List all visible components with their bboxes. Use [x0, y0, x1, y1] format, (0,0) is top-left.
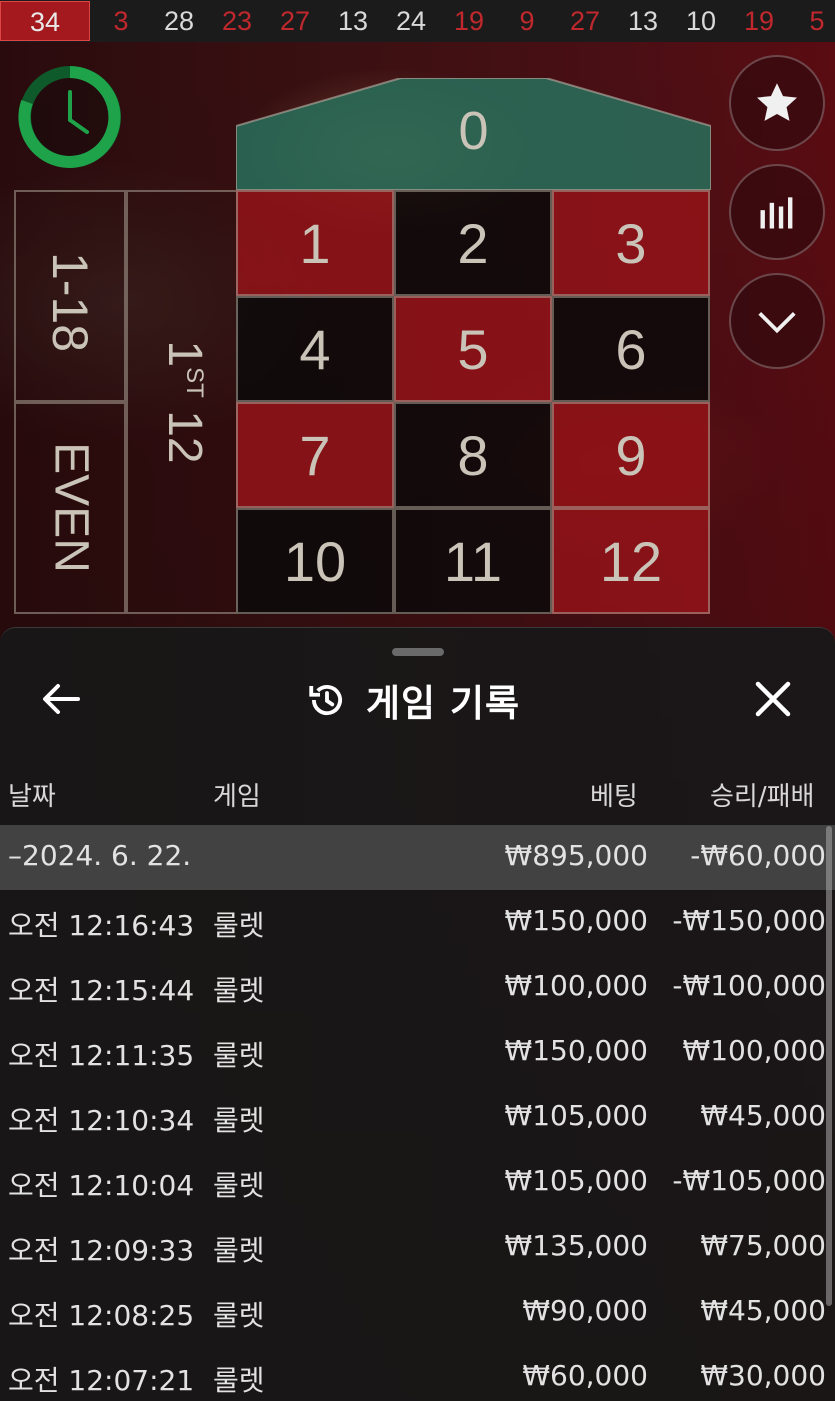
dozen-suffix: ST: [181, 367, 208, 398]
number-cell-11[interactable]: 11: [394, 508, 552, 614]
collapse-button[interactable]: [729, 273, 825, 369]
first-dozen-label: 1ST 12: [152, 332, 212, 472]
dozen-number: 1: [158, 340, 211, 368]
row-bet: ₩105,000: [504, 1164, 648, 1197]
number-cell-7[interactable]: 7: [236, 402, 394, 508]
group-date: –2024. 6. 22.: [8, 839, 192, 872]
sheet-title-group: 게임 기록: [306, 672, 520, 728]
number-cell-1[interactable]: 1: [236, 190, 394, 296]
stats-icon: [760, 197, 793, 229]
history-icon: [309, 685, 343, 716]
row-result: ₩45,000: [700, 1099, 826, 1132]
history-scrollbar[interactable]: [826, 826, 832, 1306]
zero-label: 0: [458, 101, 489, 161]
row-result: -₩100,000: [672, 969, 826, 1002]
sheet-drag-handle[interactable]: [392, 648, 444, 656]
history-row[interactable]: 오전 12:10:34 룰렛 ₩105,000 ₩45,000: [0, 1085, 835, 1150]
row-game: 룰렛: [213, 1364, 265, 1397]
row-time: 오전 12:10:04: [8, 1169, 195, 1202]
game-history-sheet: 게임 기록 날짜 게임 베팅 승리/패배 –2024. 6. 22. ₩895,…: [0, 627, 835, 1401]
number-cell-9[interactable]: 9: [552, 402, 710, 508]
group-result-total: -₩60,000: [690, 839, 826, 872]
favorites-button[interactable]: [729, 55, 825, 151]
history-row[interactable]: 오전 12:07:21 룰렛 ₩60,000 ₩30,000: [0, 1345, 835, 1401]
number-cell-6[interactable]: 6: [552, 296, 710, 402]
row-game: 룰렛: [213, 974, 265, 1007]
number-cell-8[interactable]: 8: [394, 402, 552, 508]
row-game: 룰렛: [213, 1104, 265, 1137]
row-bet: ₩90,000: [522, 1294, 648, 1327]
history-row[interactable]: 오전 12:10:04 룰렛 ₩105,000 -₩105,000: [0, 1150, 835, 1215]
row-time: 오전 12:16:43: [8, 909, 195, 942]
history-row[interactable]: 오전 12:08:25 룰렛 ₩90,000 ₩45,000: [0, 1280, 835, 1345]
row-time: 오전 12:15:44: [8, 974, 195, 1007]
row-time: 오전 12:07:21: [8, 1364, 195, 1397]
row-game: 룰렛: [213, 1169, 265, 1202]
row-result: ₩30,000: [700, 1359, 826, 1392]
number-cell-10[interactable]: 10: [236, 508, 394, 614]
row-time: 오전 12:08:25: [8, 1299, 195, 1332]
history-row[interactable]: 오전 12:15:44 룰렛 ₩100,000 -₩100,000: [0, 955, 835, 1020]
betting-table: 0 1-18 EVEN 1ST 12 1 2 3 4 5 6 7 8 9 10 …: [0, 0, 835, 640]
row-time: 오전 12:11:35: [8, 1039, 195, 1072]
row-game: 룰렛: [213, 1299, 265, 1332]
history-row[interactable]: 오전 12:16:43 룰렛 ₩150,000 -₩150,000: [0, 890, 835, 955]
dozen-twelve: 12: [158, 410, 211, 464]
number-cell-5[interactable]: 5: [394, 296, 552, 402]
bet-even-label: EVEN: [44, 442, 98, 573]
row-game: 룰렛: [213, 1039, 265, 1072]
chevron-down-icon: [758, 311, 796, 334]
row-result: ₩45,000: [700, 1294, 826, 1327]
history-row[interactable]: 오전 12:09:33 룰렛 ₩135,000 ₩75,000: [0, 1215, 835, 1280]
back-arrow-icon[interactable]: [38, 678, 86, 720]
history-row[interactable]: 오전 12:11:35 룰렛 ₩150,000 ₩100,000: [0, 1020, 835, 1085]
countdown-timer-icon: [18, 66, 121, 168]
number-cell-12[interactable]: 12: [552, 508, 710, 614]
number-cell-2[interactable]: 2: [394, 190, 552, 296]
row-game: 룰렛: [213, 1234, 265, 1267]
row-bet: ₩105,000: [504, 1099, 648, 1132]
row-result: -₩150,000: [672, 904, 826, 937]
column-date: 날짜: [8, 782, 56, 812]
date-group-row[interactable]: –2024. 6. 22. ₩895,000 -₩60,000: [0, 825, 835, 890]
group-bet-total: ₩895,000: [504, 839, 648, 872]
close-icon[interactable]: [750, 676, 796, 722]
number-cell-4[interactable]: 4: [236, 296, 394, 402]
row-bet: ₩60,000: [522, 1359, 648, 1392]
row-time: 오전 12:09:33: [8, 1234, 195, 1267]
column-bet: 베팅: [590, 782, 638, 812]
bet-1-18-label: 1-18: [42, 251, 98, 353]
number-cell-3[interactable]: 3: [552, 190, 710, 296]
sheet-title: 게임 기록: [366, 682, 521, 725]
row-bet: ₩150,000: [504, 1034, 648, 1067]
row-game: 룰렛: [213, 909, 265, 942]
sheet-header: 게임 기록: [0, 668, 835, 730]
row-result: ₩75,000: [700, 1229, 826, 1262]
column-game: 게임: [213, 782, 261, 812]
column-result: 승리/패배: [710, 782, 815, 812]
star-icon: [757, 83, 797, 121]
row-bet: ₩100,000: [504, 969, 648, 1002]
row-time: 오전 12:10:34: [8, 1104, 195, 1137]
row-result: ₩100,000: [682, 1034, 826, 1067]
row-bet: ₩135,000: [504, 1229, 648, 1262]
row-result: -₩105,000: [672, 1164, 826, 1197]
statistics-button[interactable]: [729, 164, 825, 260]
row-bet: ₩150,000: [504, 904, 648, 937]
